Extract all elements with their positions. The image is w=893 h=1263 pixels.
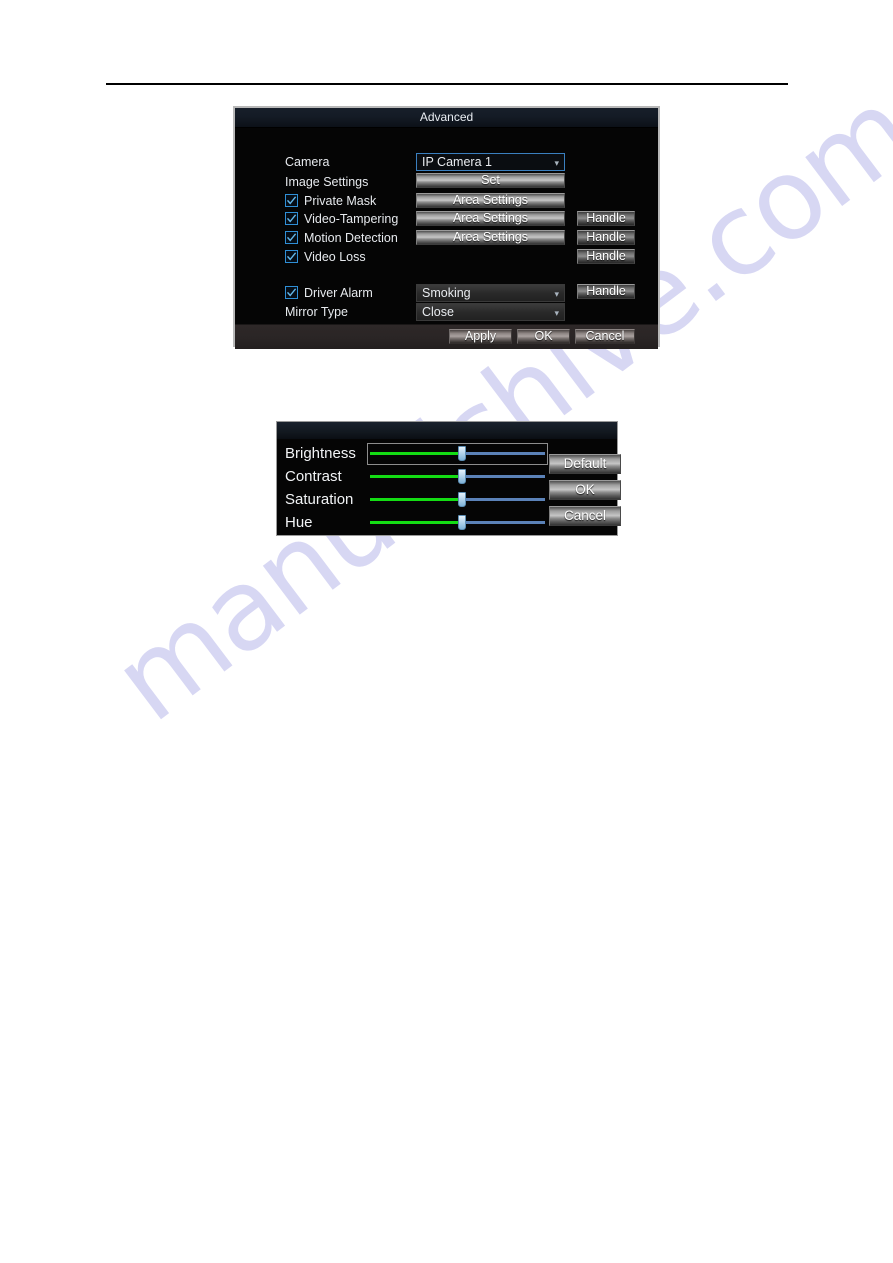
cancel-button[interactable]: Cancel — [575, 329, 635, 344]
page-header-rule — [106, 83, 788, 85]
image-settings-label: Image Settings — [285, 175, 369, 189]
apply-button[interactable]: Apply — [449, 329, 512, 344]
hue-fill — [370, 521, 462, 524]
private-mask-checkbox[interactable] — [285, 194, 298, 207]
video-loss-checkbox[interactable] — [285, 250, 298, 263]
row-driver-alarm: Driver Alarm Smoking ▾ Handle — [235, 284, 658, 303]
contrast-fill — [370, 475, 462, 478]
motion-detection-checkbox[interactable] — [285, 231, 298, 244]
saturation-fill — [370, 498, 462, 501]
advanced-dialog-body: Camera IP Camera 1 ▾ Image Settings Set … — [235, 128, 658, 324]
mirror-type-label: Mirror Type — [285, 305, 348, 319]
chevron-down-icon: ▾ — [554, 289, 559, 299]
contrast-slider[interactable] — [370, 465, 545, 489]
advanced-dialog-footer: Apply OK Cancel — [235, 324, 658, 349]
hue-slider[interactable] — [370, 511, 545, 535]
brightness-thumb[interactable] — [458, 446, 466, 461]
row-video-loss: Video Loss Handle — [235, 248, 658, 267]
ok-button[interactable]: OK — [517, 329, 570, 344]
check-icon — [286, 196, 297, 205]
row-motion-detection: Motion Detection Area Settings Handle — [235, 229, 658, 248]
video-tampering-label: Video-Tampering — [304, 212, 399, 226]
brightness-slider[interactable] — [367, 442, 548, 466]
chevron-down-icon: ▾ — [554, 308, 559, 318]
private-mask-label: Private Mask — [304, 194, 377, 208]
video-loss-label: Video Loss — [304, 250, 366, 264]
image-settings-cancel-button[interactable]: Cancel — [549, 506, 621, 526]
video-tampering-area-settings-button[interactable]: Area Settings — [416, 211, 565, 226]
motion-detection-label: Motion Detection — [304, 231, 398, 245]
hue-label: Hue — [285, 514, 313, 531]
default-button[interactable]: Default — [549, 454, 621, 474]
driver-alarm-handle-button[interactable]: Handle — [577, 284, 635, 299]
camera-label: Camera — [285, 155, 330, 169]
check-icon — [286, 252, 297, 261]
row-video-tampering: Video-Tampering Area Settings Handle — [235, 210, 658, 229]
camera-dropdown[interactable]: IP Camera 1 ▾ — [416, 153, 565, 171]
driver-alarm-dropdown[interactable]: Smoking ▾ — [416, 284, 565, 302]
image-settings-ok-button[interactable]: OK — [549, 480, 621, 500]
image-settings-body: Brightness Contrast Saturation Hue Defau… — [277, 439, 621, 535]
image-settings-set-button[interactable]: Set — [416, 173, 565, 188]
brightness-fill — [370, 452, 462, 455]
motion-detection-area-settings-button[interactable]: Area Settings — [416, 230, 565, 245]
motion-detection-handle-button[interactable]: Handle — [577, 230, 635, 245]
mirror-type-dropdown[interactable]: Close ▾ — [416, 303, 565, 321]
driver-alarm-dropdown-value: Smoking — [422, 286, 471, 300]
advanced-dialog: Advanced Camera IP Camera 1 ▾ Image Sett… — [233, 106, 660, 349]
video-tampering-checkbox[interactable] — [285, 212, 298, 225]
contrast-thumb[interactable] — [458, 469, 466, 484]
contrast-label: Contrast — [285, 468, 342, 485]
driver-alarm-label: Driver Alarm — [304, 286, 373, 300]
image-settings-titlebar — [277, 422, 617, 439]
row-mirror-type: Mirror Type Close ▾ — [235, 303, 658, 322]
private-mask-area-settings-button[interactable]: Area Settings — [416, 193, 565, 208]
row-camera: Camera IP Camera 1 ▾ — [235, 153, 658, 172]
camera-dropdown-value: IP Camera 1 — [422, 155, 492, 169]
row-private-mask: Private Mask Area Settings — [235, 192, 658, 211]
mirror-type-dropdown-value: Close — [422, 305, 454, 319]
dialog-title: Advanced — [235, 108, 658, 128]
saturation-slider[interactable] — [370, 488, 545, 512]
check-icon — [286, 233, 297, 242]
row-image-settings: Image Settings Set — [235, 173, 658, 192]
image-settings-dialog: Brightness Contrast Saturation Hue Defau… — [276, 421, 621, 536]
saturation-label: Saturation — [285, 491, 354, 508]
driver-alarm-checkbox[interactable] — [285, 286, 298, 299]
check-icon — [286, 288, 297, 297]
video-tampering-handle-button[interactable]: Handle — [577, 211, 635, 226]
brightness-label: Brightness — [285, 445, 356, 462]
check-icon — [286, 214, 297, 223]
saturation-thumb[interactable] — [458, 492, 466, 507]
chevron-down-icon: ▾ — [554, 158, 559, 168]
video-loss-handle-button[interactable]: Handle — [577, 249, 635, 264]
hue-thumb[interactable] — [458, 515, 466, 530]
